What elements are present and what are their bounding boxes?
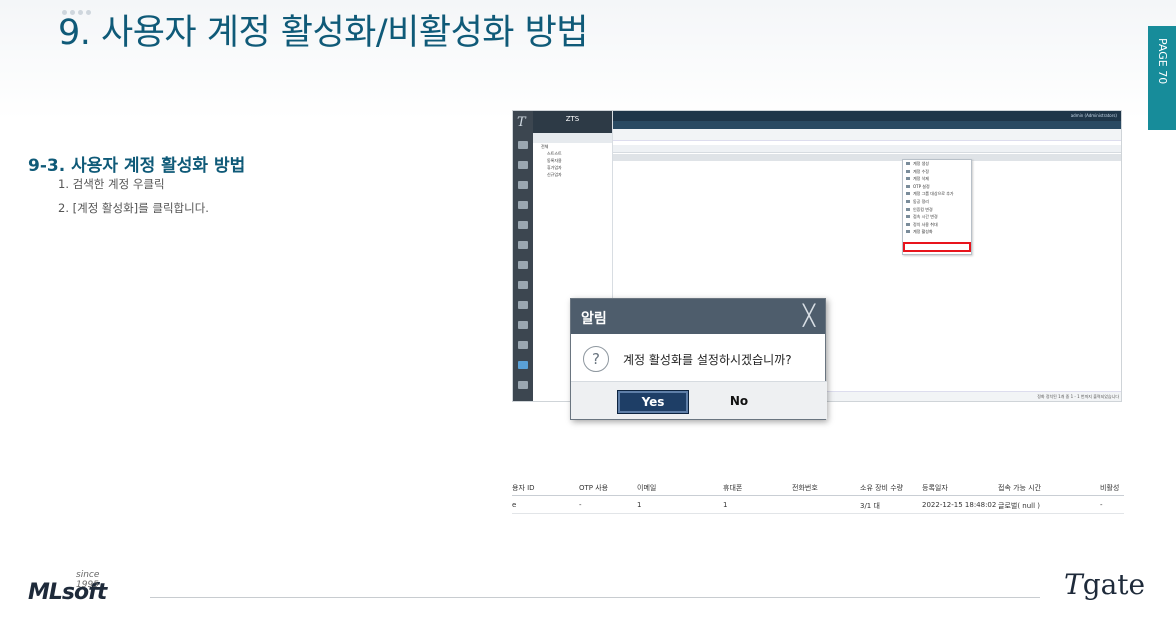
mlsoft-since: since 1995 [76,570,100,590]
step-item: 1. 검색한 계정 우클릭 [58,177,165,191]
tgate-logo-rest: gate [1082,568,1146,601]
context-menu-item[interactable]: 동공 정리 [903,198,971,206]
tree-node[interactable]: 휴가업자 [533,164,612,171]
app-menu-bar[interactable] [613,121,1121,129]
tree-node[interactable]: 신규업자 [533,171,612,178]
column-header: 접속 가능 시간 [998,484,1042,492]
column-header: OTP 사용 [579,484,609,492]
dialog-message: 계정 활성화를 설정하시겠습니까? [623,353,792,367]
column-header: 비활성 [1100,484,1120,492]
table-cell: 3/1 대 [860,502,880,510]
left-rail: T [513,111,533,401]
footer-divider [150,597,1040,598]
rail-icon[interactable] [518,381,528,389]
page-number-label: PAGE 70 [1156,38,1169,85]
context-menu-item[interactable]: OTP 설정 [903,183,971,191]
table-cell: - [1100,501,1103,509]
rail-icon[interactable] [518,321,528,329]
column-header: 소유 장비 수량 [860,484,904,492]
highlight-box [903,242,971,252]
app-logo: T [517,115,526,130]
context-menu-item[interactable]: 계정 삭제 [903,175,971,183]
rail-icon[interactable] [518,281,528,289]
column-header: 이메일 [637,484,657,492]
slide: 9. 사용자 계정 활성화/비활성화 방법 PAGE 70 9-3. 사용자 계… [0,0,1176,620]
table-cell: 2022-12-15 18:48:02 [922,501,997,509]
context-menu-item[interactable]: 계정 생성 [903,160,971,168]
column-header: 휴대폰 [723,484,743,492]
context-menu-item[interactable]: 정치 사용 취대 [903,221,971,229]
dialog-header: 알림 ╳ [571,299,825,334]
rail-icon[interactable] [518,341,528,349]
zoomed-table: 용자 ID OTP 사용 이메일 휴대폰 전화번호 소유 장비 수량 등록일자 … [512,478,1124,514]
dialog-footer: Yes No [571,381,827,419]
rail-icon[interactable] [518,181,528,189]
tree-header: ZTS [533,111,612,133]
column-header: 용자 ID [512,484,535,492]
dialog-title: 알림 [581,311,607,327]
table-cell: 1 [723,501,728,509]
column-header: 등록일자 [922,484,948,492]
tgate-logo: Tgate [1064,568,1145,601]
rail-icon-active[interactable] [518,361,528,369]
app-top-bar: admin (Administrators) [613,111,1121,121]
rail-icon[interactable] [518,141,528,149]
tree-tabs[interactable] [533,133,612,143]
question-icon: ? [583,346,609,372]
context-menu-item-activate[interactable]: 계정 활성화 [903,228,971,236]
rail-icon[interactable] [518,201,528,209]
table-cell: e [512,501,517,509]
tgate-logo-initial: T [1064,568,1083,601]
no-button[interactable]: No [703,390,775,414]
close-icon[interactable]: ╳ [803,303,815,327]
table-header-row: 용자 ID OTP 사용 이메일 휴대폰 전화번호 소유 장비 수량 등록일자 … [512,478,1124,496]
grid-header [613,145,1121,153]
steps-list: 1. 검색한 계정 우클릭 2. [계정 활성화]를 클릭합니다. [58,172,209,220]
grid-selected-row[interactable] [613,154,1121,161]
rail-icon[interactable] [518,161,528,169]
app-toolbar[interactable] [613,129,1121,141]
status-text: 정화 정치된 1개 중 1 - 1 번까지 출력되었습니다 [1037,394,1119,399]
rail-icon[interactable] [518,241,528,249]
page-number-tag: PAGE 70 [1148,26,1176,130]
column-header: 전화번호 [792,484,818,492]
context-menu-item[interactable]: 접속 시간 변경 [903,213,971,221]
step-item: 2. [계정 활성화]를 클릭합니다. [58,201,209,215]
rail-icon[interactable] [518,221,528,229]
rail-icon[interactable] [518,261,528,269]
tree-node[interactable]: 스트스트 [533,150,612,157]
tree-node[interactable]: 전체 [533,143,612,150]
table-cell: 1 [637,501,642,509]
yes-button[interactable]: Yes [617,390,689,414]
tree-node[interactable]: 동록자용 [533,157,612,164]
mlsoft-logo: MLsoft since 1995 [28,570,107,605]
page-title: 9. 사용자 계정 활성화/비활성화 방법 [58,13,589,53]
table-cell: 글로벌( null ) [998,502,1040,510]
context-menu-item[interactable]: 계정 수정 [903,168,971,176]
rail-icon[interactable] [518,301,528,309]
context-menu: 계정 생성 계정 수정 계정 삭제 OTP 설정 계정 그룹 대상으로 추가 동… [902,159,972,255]
table-row[interactable]: e - 1 1 3/1 대 2022-12-15 18:48:02 글로벌( n… [512,496,1124,514]
context-menu-item[interactable]: 계정 그룹 대상으로 추가 [903,190,971,198]
table-cell: - [579,501,582,509]
confirm-dialog: 알림 ╳ ? 계정 활성화를 설정하시겠습니까? Yes No [570,298,827,420]
admin-label[interactable]: admin (Administrators) [1071,113,1117,118]
context-menu-item[interactable]: 인증킹 변경 [903,206,971,214]
